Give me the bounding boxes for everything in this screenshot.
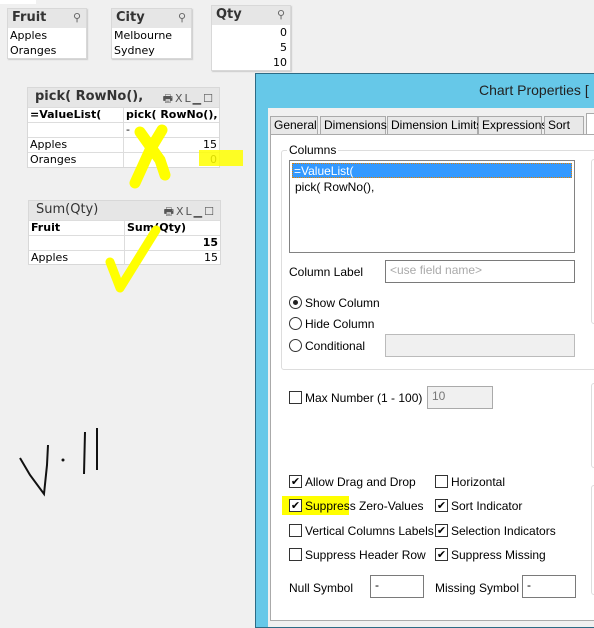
show-column-radio[interactable] [289,296,302,309]
column-label-label: Column Label [289,265,364,279]
missing-symbol-label: Missing Symbol [435,581,520,595]
column-item-selected[interactable]: =ValueList( [292,163,572,178]
presentation-panel: Columns =ValueList( pick( RowNo(), Colum… [270,134,594,621]
radio-label: Hide Column [305,317,375,331]
dialog-title: Chart Properties [ [479,82,589,98]
columns-label: Columns [287,143,339,157]
x-mark [129,124,171,189]
allow-drag-drop-checkbox[interactable]: ✔ [289,475,302,488]
suppress-zero-values-checkbox[interactable]: ✔ [289,499,302,512]
hide-column-radio[interactable] [289,317,302,330]
handwriting-dot [61,458,65,462]
checkbox-label: Suppress Header Row [305,548,426,562]
conditional-input[interactable] [385,334,575,357]
checkbox-label: Suppress Zero-Values [305,499,424,513]
radio-label: Conditional [305,339,366,353]
null-symbol-input[interactable]: - [370,575,424,598]
highlight-bar [199,150,243,166]
chart-properties-dialog: Chart Properties [ General Dimensions Di… [255,73,594,628]
handwriting-v [19,444,49,497]
vertical-columns-labels-checkbox[interactable] [289,524,302,537]
max-number-checkbox[interactable] [289,391,302,404]
checkbox-label: Allow Drag and Drop [305,475,416,489]
checkbox-label: Horizontal [451,475,506,489]
conditional-radio[interactable] [289,339,302,352]
max-number-input[interactable]: 10 [427,386,493,409]
checkbox-label: Suppress Missing [451,548,546,562]
tab-dimension-limits[interactable]: Dimension Limits [387,116,482,134]
tab-dimensions[interactable]: Dimensions [320,116,387,134]
check-mark [105,225,161,293]
tab-sort[interactable]: Sort [544,116,584,134]
tab-general[interactable]: General [270,116,318,134]
column-item[interactable]: pick( RowNo(), [290,180,574,194]
suppress-missing-checkbox[interactable]: ✔ [435,548,448,561]
checkbox-label: Sort Indicator [451,499,523,513]
sort-indicator-checkbox[interactable]: ✔ [435,499,448,512]
search-icon[interactable]: ⚲ [277,8,285,21]
missing-symbol-input[interactable]: - [522,575,576,598]
columns-listbox[interactable]: =ValueList( pick( RowNo(), [289,160,575,253]
radio-label: Show Column [305,296,380,310]
max-number-label: Max Number (1 - 100) [305,391,423,405]
horizontal-checkbox[interactable] [435,475,448,488]
checkbox-label: Selection Indicators [451,524,556,538]
handwriting-11 [83,428,98,475]
selection-indicators-checkbox[interactable]: ✔ [435,524,448,537]
null-symbol-label: Null Symbol [289,581,354,595]
checkbox-label: Vertical Columns Labels [305,524,434,538]
tab-expressions[interactable]: Expressions [478,116,547,134]
suppress-header-row-checkbox[interactable] [289,548,302,561]
tab-presentation[interactable] [586,113,594,135]
column-label-input[interactable]: <use field name> [385,260,575,283]
annotation-drawings [19,124,243,497]
